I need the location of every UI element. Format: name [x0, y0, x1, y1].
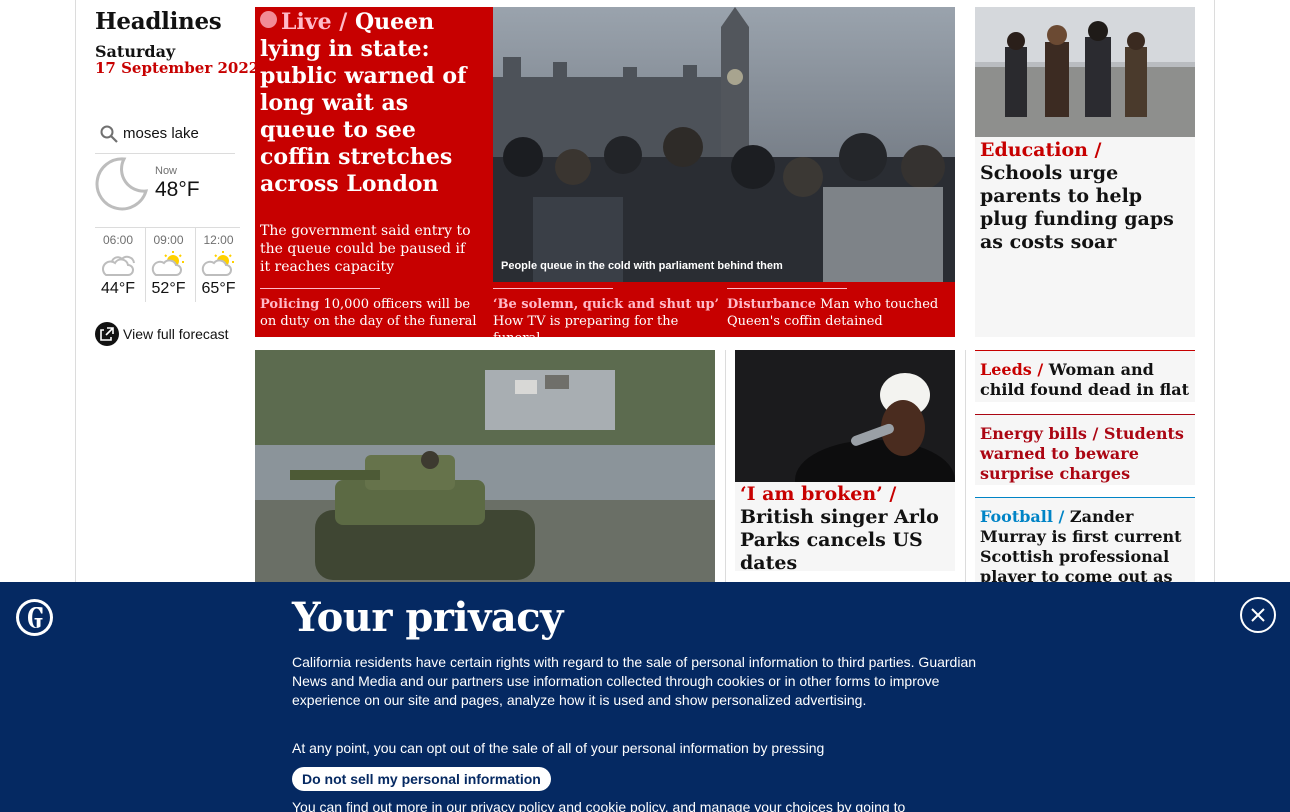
lead-image[interactable]: [493, 7, 955, 282]
lead-standfirst: The government said entry to the queue c…: [260, 223, 471, 275]
location-search: [95, 118, 235, 154]
education-headline-text: Schools urge parents to help plug fundin…: [980, 162, 1174, 253]
lead-headline[interactable]: Live / Queen lying in state: public warn…: [260, 9, 490, 198]
forecast-temp: 44°F: [101, 280, 135, 297]
story-energy-bills[interactable]: Energy bills / Students warned to beware…: [975, 414, 1195, 485]
privacy-more-text: You can find out more in our privacy pol…: [292, 799, 906, 812]
education-kicker: Education /: [980, 139, 1102, 161]
sublink-kicker: Policing: [260, 297, 320, 312]
view-full-forecast-label: View full forecast: [123, 326, 229, 342]
sublink-text: How TV is preparing for the funeral: [493, 314, 679, 346]
date: 17 September 2022: [95, 59, 260, 77]
privacy-optout-text: At any point, you can opt out of the sal…: [292, 740, 825, 756]
arlo-parks-image: [735, 350, 955, 482]
sun-cloud-icon: [201, 251, 234, 276]
do-not-sell-button[interactable]: Do not sell my personal information: [292, 767, 551, 791]
headlines-title: Headlines: [95, 8, 222, 35]
story-football[interactable]: Football / Zander Murray is first curren…: [975, 497, 1195, 606]
arlo-parks-headline[interactable]: ‘I am broken’ / British singer Arlo Park…: [740, 483, 950, 575]
privacy-body: California residents have certain rights…: [292, 654, 977, 708]
arlo-parks-story[interactable]: ‘I am broken’ / British singer Arlo Park…: [735, 350, 955, 574]
story-headline: Leeds / Woman and child found dead in fl…: [975, 351, 1195, 406]
story-kicker: Leeds /: [980, 360, 1044, 379]
external-link-icon: [95, 322, 119, 346]
lead-image-caption: People queue in the cold with parliament…: [501, 260, 783, 272]
sublink-kicker: Disturbance: [727, 297, 816, 312]
education-story[interactable]: Education / Schools urge parents to help…: [975, 7, 1195, 337]
forecast-temp: 52°F: [151, 280, 186, 297]
close-icon: [1251, 608, 1265, 622]
sublink-divider: [260, 288, 380, 289]
lead-headline-text: Queen lying in state: public warned of l…: [260, 9, 467, 197]
now-temperature: 48°F: [155, 178, 200, 201]
live-dot-icon: [260, 11, 277, 28]
forecast-slot: 09:00 52°F: [145, 228, 191, 302]
story-leeds[interactable]: Leeds / Woman and child found dead in fl…: [975, 350, 1195, 402]
location-input[interactable]: [123, 125, 233, 142]
column-divider: [725, 350, 726, 590]
forecast-slot: 06:00 44°F: [95, 228, 141, 302]
close-button[interactable]: [1240, 597, 1276, 633]
forecast-time: 12:00: [203, 233, 234, 247]
sun-cloud-icon: [151, 251, 184, 276]
sublink-divider: [493, 288, 613, 289]
arlo-parks-headline-text: British singer Arlo Parks cancels US dat…: [740, 506, 939, 574]
cloud-icon: [102, 255, 135, 276]
story-headline: Energy bills / Students warned to beware…: [975, 415, 1195, 490]
sublink-divider: [727, 288, 847, 289]
moon-icon: [95, 157, 148, 211]
privacy-title: Your privacy: [292, 594, 563, 641]
sublink-disturbance[interactable]: Disturbance Man who touched Queen's coff…: [727, 288, 949, 330]
forecast-slot: 12:00 65°F: [195, 228, 241, 302]
sublink-kicker: ‘Be solemn, quick and shut up’: [493, 297, 720, 312]
education-image: [975, 7, 1195, 137]
arlo-parks-kicker: ‘I am broken’ /: [740, 483, 897, 505]
now-label: Now: [155, 165, 178, 177]
education-headline[interactable]: Education / Schools urge parents to help…: [980, 139, 1190, 254]
hourly-forecast: 06:00 44°F 09:00 52°F 12:00 65°F: [95, 227, 241, 302]
guardian-logo-icon: [16, 599, 53, 636]
forecast-temp: 65°F: [201, 280, 236, 297]
story-kicker: Football /: [980, 507, 1065, 526]
sublink-tv[interactable]: ‘Be solemn, quick and shut up’ How TV is…: [493, 288, 721, 347]
ukraine-story-image[interactable]: [255, 350, 715, 582]
privacy-banner: Your privacy California residents have c…: [0, 582, 1290, 812]
forecast-time: 06:00: [102, 233, 134, 247]
search-icon: [100, 125, 118, 143]
live-kicker: Live /: [281, 9, 348, 35]
forecast-time: 09:00: [153, 233, 184, 247]
sublink-policing[interactable]: Policing 10,000 officers will be on duty…: [260, 288, 485, 330]
story-kicker: Energy bills /: [980, 424, 1099, 443]
column-divider: [965, 350, 966, 590]
